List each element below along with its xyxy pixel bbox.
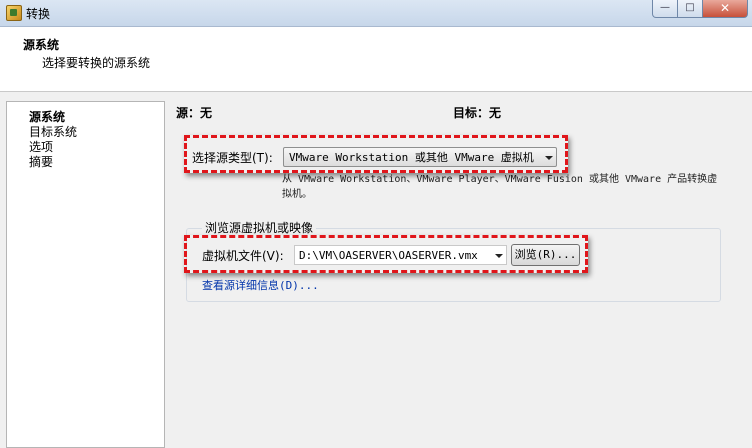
view-source-details-link[interactable]: 查看源详细信息(D)... — [202, 277, 319, 293]
nav-item-summary[interactable]: 摘要 — [29, 153, 53, 170]
source-summary: 源：无 — [176, 106, 213, 120]
maximize-button[interactable]: □ — [677, 0, 703, 18]
minimize-button[interactable]: — — [652, 0, 678, 18]
highlight-box-vm-file — [184, 235, 588, 273]
wizard-header: 源系统 选择要转换的源系统 — [0, 27, 752, 92]
title-bar: 转换 — □ ✕ — [0, 0, 752, 27]
app-icon — [6, 5, 22, 21]
wizard-nav: 源系统 目标系统 选项 摘要 — [6, 101, 165, 448]
window-title: 转换 — [26, 7, 51, 21]
page-title: 源系统 — [23, 38, 60, 52]
highlight-box-source-type — [184, 135, 568, 173]
page-subtitle: 选择要转换的源系统 — [42, 56, 151, 70]
browse-group-title: 浏览源虚拟机或映像 — [202, 219, 317, 236]
source-type-description: 从 VMware Workstation、VMware Player、VMwar… — [282, 174, 718, 200]
target-summary: 目标：无 — [453, 106, 502, 120]
main-panel: 源：无 目标：无 选择源类型(T): VMware Workstation 或其… — [170, 100, 752, 440]
close-button[interactable]: ✕ — [702, 0, 748, 18]
